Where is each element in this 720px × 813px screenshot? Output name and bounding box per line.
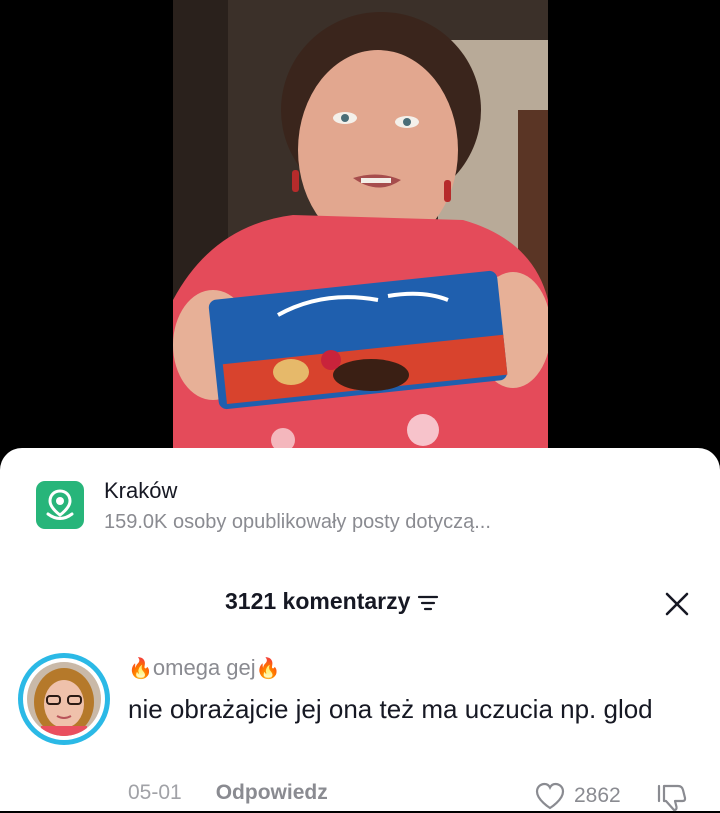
avatar[interactable] xyxy=(18,653,110,745)
comments-header: 3121 komentarzy xyxy=(0,586,720,626)
comment-date: 05-01 xyxy=(128,781,182,804)
fire-icon: 🔥 xyxy=(128,657,153,680)
location-banner[interactable]: Kraków 159.0K osoby opublikowały posty d… xyxy=(36,478,686,538)
like-count: 2862 xyxy=(574,784,621,807)
video-player[interactable] xyxy=(0,0,720,470)
comment-item: 🔥 omega gej 🔥 nie obrażajcie jej ona też… xyxy=(0,653,720,813)
reply-button[interactable]: Odpowiedz xyxy=(216,781,328,805)
comments-sheet: Kraków 159.0K osoby opublikowały posty d… xyxy=(0,448,720,813)
heart-icon[interactable] xyxy=(534,781,566,811)
username-text: omega gej xyxy=(152,655,256,680)
location-name: Kraków xyxy=(104,478,178,503)
comment-text: nie obrażajcie jej ona też ma uczucia np… xyxy=(128,694,653,724)
comment-username[interactable]: 🔥 omega gej 🔥 xyxy=(128,655,281,681)
comment-meta: 05-01 Odpowiedz xyxy=(128,781,328,805)
fire-icon: 🔥 xyxy=(255,657,281,680)
close-icon[interactable] xyxy=(664,591,690,617)
sort-icon[interactable] xyxy=(416,590,440,614)
location-pin-icon xyxy=(36,481,84,529)
like-button[interactable]: 2862 xyxy=(534,781,621,811)
video-still xyxy=(173,0,548,470)
video-frame[interactable] xyxy=(173,0,548,470)
comments-count-sort[interactable]: 3121 komentarzy xyxy=(225,588,440,615)
location-subtitle: 159.0K osoby opublikowały posty dotyczą.… xyxy=(104,511,491,533)
dislike-icon[interactable] xyxy=(656,781,688,813)
comments-count: 3121 komentarzy xyxy=(225,588,411,614)
